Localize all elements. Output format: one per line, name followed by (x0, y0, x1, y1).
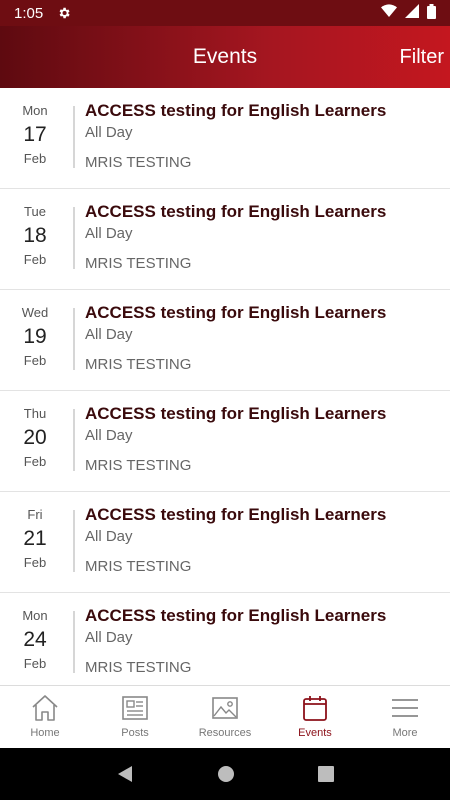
back-icon[interactable] (116, 765, 134, 783)
event-day: 17 (23, 123, 47, 146)
event-title: ACCESS testing for English Learners (85, 101, 387, 120)
event-title: ACCESS testing for English Learners (85, 404, 387, 423)
event-day: 20 (23, 426, 47, 449)
event-month: Feb (23, 151, 47, 166)
event-weekday: Mon (22, 608, 48, 623)
event-location: MRIS TESTING (85, 154, 192, 171)
event-day: 18 (23, 224, 47, 247)
status-bar: 1:05 (0, 0, 450, 26)
menu-icon (390, 694, 420, 722)
event-date: Mon 17 Feb (0, 88, 70, 188)
app-header: Events Filter (0, 26, 450, 88)
recents-square-icon[interactable] (317, 766, 334, 782)
tab-events[interactable]: Events (270, 686, 360, 748)
home-circle-icon[interactable] (217, 765, 235, 783)
event-weekday: Mon (22, 103, 48, 118)
event-weekday: Wed (21, 305, 49, 320)
battery-icon (427, 3, 436, 23)
event-date: Wed 19 Feb (0, 290, 70, 390)
event-item[interactable]: Wed 19 Feb ACCESS testing for English Le… (0, 290, 450, 391)
event-location: MRIS TESTING (85, 255, 192, 272)
date-divider (73, 207, 75, 269)
event-month: Feb (23, 353, 47, 368)
event-day: 21 (23, 527, 47, 550)
event-month: Feb (23, 454, 47, 469)
event-title: ACCESS testing for English Learners (85, 505, 387, 524)
event-info: ACCESS testing for English Learners All … (70, 290, 386, 390)
newspaper-icon (120, 694, 150, 722)
event-item[interactable]: Thu 20 Feb ACCESS testing for English Le… (0, 391, 450, 492)
event-time: All Day (85, 326, 133, 343)
date-divider (73, 308, 75, 370)
tab-home[interactable]: Home (0, 686, 90, 748)
event-date: Tue 18 Feb (0, 189, 70, 289)
event-location: MRIS TESTING (85, 558, 192, 575)
events-list[interactable]: Mon 17 Feb ACCESS testing for English Le… (0, 88, 450, 685)
event-date: Fri 21 Feb (0, 492, 70, 592)
event-day: 19 (23, 325, 47, 348)
event-info: ACCESS testing for English Learners All … (70, 88, 386, 188)
event-date: Mon 24 Feb (0, 593, 70, 685)
page-title: Events (192, 45, 258, 68)
event-month: Feb (23, 252, 47, 267)
filter-button[interactable]: Filter (400, 26, 444, 88)
bottom-tab-bar: Home Posts Resources Events More (0, 685, 450, 748)
image-icon (210, 694, 240, 722)
home-icon (30, 694, 60, 722)
event-location: MRIS TESTING (85, 356, 192, 373)
event-item[interactable]: Tue 18 Feb ACCESS testing for English Le… (0, 189, 450, 290)
event-item[interactable]: Mon 17 Feb ACCESS testing for English Le… (0, 88, 450, 189)
event-time: All Day (85, 124, 133, 141)
settings-gear-icon (57, 6, 71, 20)
event-item[interactable]: Fri 21 Feb ACCESS testing for English Le… (0, 492, 450, 593)
event-info: ACCESS testing for English Learners All … (70, 391, 386, 491)
event-info: ACCESS testing for English Learners All … (70, 189, 386, 289)
wifi-icon (381, 4, 397, 22)
event-time: All Day (85, 225, 133, 242)
status-time: 1:05 (14, 4, 44, 22)
tab-label: Resources (198, 727, 252, 739)
event-title: ACCESS testing for English Learners (85, 202, 387, 221)
date-divider (73, 409, 75, 471)
event-time: All Day (85, 427, 133, 444)
event-weekday: Fri (27, 507, 43, 522)
event-weekday: Tue (24, 204, 46, 219)
signal-icon (405, 4, 419, 22)
event-info: ACCESS testing for English Learners All … (70, 492, 386, 592)
tab-resources[interactable]: Resources (180, 686, 270, 748)
calendar-icon (300, 694, 330, 722)
date-divider (73, 611, 75, 673)
event-weekday: Thu (23, 406, 47, 421)
tab-posts[interactable]: Posts (90, 686, 180, 748)
tab-label: Events (298, 727, 332, 739)
event-item[interactable]: Mon 24 Feb ACCESS testing for English Le… (0, 593, 450, 685)
event-info: ACCESS testing for English Learners All … (70, 593, 386, 685)
date-divider (73, 106, 75, 168)
event-month: Feb (23, 555, 47, 570)
system-nav-bar (0, 748, 450, 800)
event-time: All Day (85, 528, 133, 545)
tab-more[interactable]: More (360, 686, 450, 748)
tab-label: Posts (121, 727, 149, 739)
event-date: Thu 20 Feb (0, 391, 70, 491)
event-month: Feb (23, 656, 47, 671)
event-time: All Day (85, 629, 133, 646)
event-location: MRIS TESTING (85, 659, 192, 676)
event-location: MRIS TESTING (85, 457, 192, 474)
event-day: 24 (23, 628, 47, 651)
tab-label: Home (30, 727, 60, 739)
tab-label: More (392, 727, 418, 739)
event-title: ACCESS testing for English Learners (85, 606, 387, 625)
event-title: ACCESS testing for English Learners (85, 303, 387, 322)
date-divider (73, 510, 75, 572)
